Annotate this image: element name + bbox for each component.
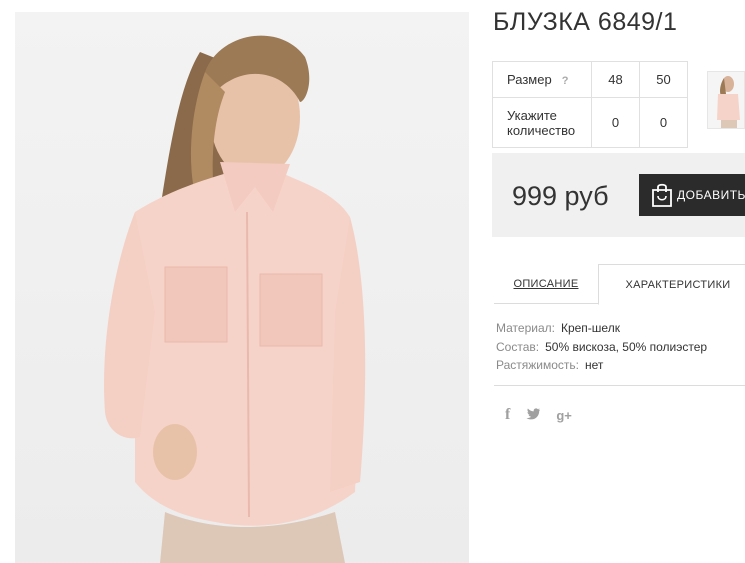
thumbnail-image	[717, 76, 740, 128]
price: 999 руб	[512, 181, 609, 211]
quantity-label-cell: Укажите количество	[492, 97, 592, 148]
tab-description[interactable]: ОПИСАНИЕ	[494, 264, 598, 304]
characteristic-row: Растяжимость: нет	[496, 356, 707, 375]
characteristic-row: Материал: Креп-шелк	[496, 319, 707, 338]
size-option-48[interactable]: 48	[591, 61, 640, 98]
characteristic-value: Креп-шелк	[560, 321, 620, 335]
quantity-input-50[interactable]: 0	[639, 97, 688, 148]
facebook-icon[interactable]: f	[505, 406, 510, 424]
characteristic-value: нет	[585, 358, 604, 372]
help-icon[interactable]: ?	[562, 75, 569, 87]
tab-characteristics[interactable]: ХАРАКТЕРИСТИКИ	[598, 264, 745, 305]
product-tabs: ОПИСАНИЕ ХАРАКТЕРИСТИКИ	[494, 264, 745, 305]
model-illustration	[104, 35, 366, 563]
characteristic-row: Состав: 50% вискоза, 50% полиэстер	[496, 338, 707, 357]
tab-characteristics-label: ХАРАКТЕРИСТИКИ	[625, 278, 731, 291]
add-to-cart-label: ДОБАВИТЬ	[677, 188, 745, 202]
price-block: 999 руб ДОБАВИТЬ	[492, 153, 745, 237]
characteristic-key: Состав:	[496, 339, 540, 354]
quantity-row: Укажите количество 0 0	[492, 97, 688, 148]
twitter-bird-icon	[526, 408, 541, 420]
characteristic-value: 50% вискоза, 50% полиэстер	[545, 339, 708, 354]
quantity-label: Укажите количество	[507, 107, 576, 138]
size-option-50[interactable]: 50	[639, 61, 688, 98]
product-title: БЛУЗКА 6849/1	[493, 8, 678, 36]
size-label: Размер	[507, 72, 552, 87]
size-row: Размер? 48 50	[492, 61, 688, 98]
shopping-bag-icon	[652, 183, 672, 207]
quantity-input-48[interactable]: 0	[591, 97, 640, 148]
tab-description-label: ОПИСАНИЕ	[513, 278, 579, 290]
product-image[interactable]	[15, 12, 469, 563]
twitter-icon[interactable]	[526, 407, 541, 423]
characteristic-key: Растяжимость:	[496, 358, 580, 372]
size-table: Размер? 48 50 Укажите количество 0 0	[492, 61, 688, 148]
characteristic-key: Материал:	[496, 321, 555, 335]
divider	[494, 385, 745, 386]
googleplus-icon[interactable]: g+	[556, 408, 572, 423]
size-label-cell: Размер?	[492, 61, 592, 98]
add-to-cart-button[interactable]: ДОБАВИТЬ	[639, 174, 745, 216]
social-share: f g+	[505, 406, 572, 424]
characteristics-list: Материал: Креп-шелк Состав: 50% вискоза, 5…	[496, 319, 707, 375]
product-thumbnail[interactable]	[707, 71, 745, 129]
